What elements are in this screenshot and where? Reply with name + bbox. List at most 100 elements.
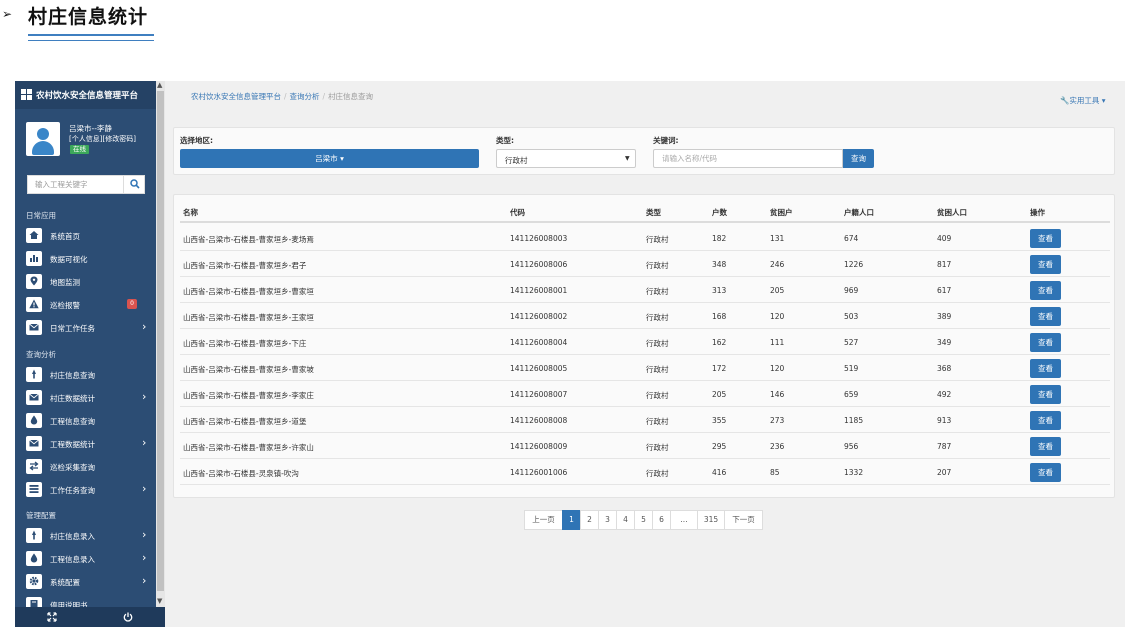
- page-4-button[interactable]: 4: [616, 510, 635, 530]
- drop-icon: [26, 551, 42, 566]
- region-select-button[interactable]: 吕梁市 ▾: [180, 149, 479, 168]
- tools-dropdown[interactable]: 🔧实用工具 ▾: [1060, 95, 1106, 106]
- col-type-header: 类型: [646, 208, 661, 217]
- col-type-cell: 行政村: [646, 235, 669, 244]
- sidebar-item-label: 工程数据统计: [50, 440, 95, 449]
- user-panel: 吕梁市--李静 [个人信息][修改密码] 在线: [15, 109, 165, 167]
- query-button[interactable]: 查询: [843, 149, 874, 168]
- search-button[interactable]: [123, 176, 145, 193]
- col-name-cell: 山西省-吕梁市-石楼县-曹家垣乡-道堡: [183, 417, 307, 426]
- col-poor-households-cell: 131: [770, 234, 785, 243]
- view-button[interactable]: 查看: [1030, 463, 1061, 482]
- sidebar-item-daily-tasks[interactable]: 日常工作任务 ›: [15, 317, 165, 338]
- envelope-icon: [26, 436, 42, 451]
- sidebar-item-inspection-alarm[interactable]: 巡检报警 0: [15, 294, 165, 315]
- breadcrumb-home[interactable]: 农村饮水安全信息管理平台: [191, 92, 281, 101]
- col-type-cell: 行政村: [646, 443, 669, 452]
- app-brand[interactable]: 农村饮水安全信息管理平台: [36, 89, 138, 101]
- breadcrumb: 农村饮水安全信息管理平台 / 查询分析 / 村庄信息查询: [191, 92, 374, 101]
- project-search-input[interactable]: [28, 176, 122, 193]
- view-button[interactable]: 查看: [1030, 333, 1061, 352]
- col-code-cell: 141126008001: [510, 286, 568, 295]
- sidebar-item-village-entry[interactable]: 村庄信息录入 ›: [15, 525, 165, 546]
- page-1-button[interactable]: 1: [562, 510, 581, 530]
- view-button[interactable]: 查看: [1030, 437, 1061, 456]
- chevron-right-icon: ›: [142, 436, 147, 449]
- village-table: 名称 代码 类型 户数 贫困户 户籍人口 贫困人口 操作 山西省-吕梁市-石楼县-曹家垣乡-麦…: [173, 194, 1115, 498]
- sidebar-item-label: 巡检报警: [50, 301, 80, 310]
- region-label: 选择地区:: [180, 136, 213, 145]
- page-6-button[interactable]: 6: [652, 510, 671, 530]
- scroll-up-icon[interactable]: ▲: [157, 81, 162, 89]
- page-315-button[interactable]: 315: [697, 510, 725, 530]
- sidebar-item-system-config[interactable]: 系统配置 ›: [15, 571, 165, 592]
- caret-down-icon: ▾: [340, 154, 344, 163]
- table-row: 山西省-吕梁市-石楼县-曹家垣乡-君子 141126008006 行政村 348 246…: [180, 251, 1110, 277]
- sidebar-item-project-query[interactable]: 工程信息查询: [15, 410, 165, 431]
- table-row: 山西省-吕梁市-石楼县-曹家垣乡-下庄 141126008004 行政村 162 111…: [180, 329, 1110, 355]
- page-5-button[interactable]: 5: [634, 510, 653, 530]
- sidebar-item-label: 村庄信息录入: [50, 532, 95, 541]
- envelope-icon: [26, 320, 42, 335]
- exchange-icon: [26, 459, 42, 474]
- drop-icon: [26, 413, 42, 428]
- col-poor-households-cell: 205: [770, 286, 785, 295]
- warning-icon: [26, 297, 42, 312]
- sidebar-item-home[interactable]: 系统首页: [15, 225, 165, 246]
- col-poor-population-header: 贫困人口: [937, 208, 967, 217]
- col-poor-population-cell: 409: [937, 234, 952, 243]
- col-poor-population-cell: 817: [937, 260, 952, 269]
- scroll-thumb[interactable]: [157, 91, 164, 591]
- next-page-button[interactable]: 下一页: [724, 510, 763, 530]
- keyword-input[interactable]: [653, 149, 843, 168]
- sidebar-item-village-query[interactable]: 村庄信息查询: [15, 364, 165, 385]
- col-code-cell: 141126008006: [510, 260, 568, 269]
- view-button[interactable]: 查看: [1030, 385, 1061, 404]
- col-name-cell: 山西省-吕梁市-石楼县-曹家垣乡-李家庄: [183, 391, 314, 400]
- col-code-cell: 141126001006: [510, 468, 568, 477]
- col-households-cell: 168: [712, 312, 727, 321]
- sidebar-item-inspection-query[interactable]: 巡检采集查询: [15, 456, 165, 477]
- page-2-button[interactable]: 2: [580, 510, 599, 530]
- col-code-cell: 141126008007: [510, 390, 568, 399]
- sidebar-item-project-stats[interactable]: 工程数据统计 ›: [15, 433, 165, 454]
- sidebar: 农村饮水安全信息管理平台 吕梁市--李静 [个人信息][修改密码] 在线 日常应…: [15, 81, 165, 627]
- scroll-down-icon[interactable]: ▼: [157, 597, 162, 605]
- type-select[interactable]: 行政村 ▼: [496, 149, 636, 168]
- fullscreen-button[interactable]: [15, 607, 89, 627]
- view-button[interactable]: 查看: [1030, 281, 1061, 300]
- sidebar-item-project-entry[interactable]: 工程信息录入 ›: [15, 548, 165, 569]
- col-name-cell: 山西省-吕梁市-石楼县-曹家垣乡-麦场焉: [183, 235, 314, 244]
- sidebar-scrollbar[interactable]: ▲ ▼: [156, 81, 165, 607]
- col-code-cell: 141126008008: [510, 416, 568, 425]
- breadcrumb-query-analysis[interactable]: 查询分析: [290, 92, 320, 101]
- sidebar-item-task-query[interactable]: 工作任务查询 ›: [15, 479, 165, 500]
- prev-page-button[interactable]: 上一页: [524, 510, 563, 530]
- sidebar-item-map-monitoring[interactable]: 地图监测: [15, 271, 165, 292]
- change-password-link[interactable]: [修改密码]: [102, 135, 135, 143]
- sidebar-item-data-visualization[interactable]: 数据可视化: [15, 248, 165, 269]
- table-row: 山西省-吕梁市-石楼县-曹家垣乡-李家庄 141126008007 行政村 205 14…: [180, 381, 1110, 407]
- view-button[interactable]: 查看: [1030, 229, 1061, 248]
- col-code-cell: 141126008004: [510, 338, 568, 347]
- view-button[interactable]: 查看: [1030, 307, 1061, 326]
- col-households-cell: 416: [712, 468, 727, 477]
- col-type-cell: 行政村: [646, 417, 669, 426]
- chevron-down-icon: ▼: [625, 155, 630, 162]
- view-button[interactable]: 查看: [1030, 359, 1061, 378]
- col-type-cell: 行政村: [646, 365, 669, 374]
- sidebar-item-label: 工作任务查询: [50, 486, 95, 495]
- col-registered-population-cell: 1185: [844, 416, 864, 425]
- col-name-cell: 山西省-吕梁市-石楼县-曹家垣乡-君子: [183, 261, 307, 270]
- col-code-cell: 141126008005: [510, 364, 568, 373]
- table-row: 山西省-吕梁市-石楼县-曹家垣乡-曹家坡 141126008005 行政村 172 12…: [180, 355, 1110, 381]
- col-households-cell: 182: [712, 234, 727, 243]
- col-households-cell: 162: [712, 338, 727, 347]
- col-poor-population-cell: 207: [937, 468, 952, 477]
- profile-link[interactable]: [个人信息]: [69, 135, 102, 143]
- logout-button[interactable]: [91, 607, 165, 627]
- sidebar-item-village-stats[interactable]: 村庄数据统计 ›: [15, 387, 165, 408]
- page-3-button[interactable]: 3: [598, 510, 617, 530]
- view-button[interactable]: 查看: [1030, 411, 1061, 430]
- view-button[interactable]: 查看: [1030, 255, 1061, 274]
